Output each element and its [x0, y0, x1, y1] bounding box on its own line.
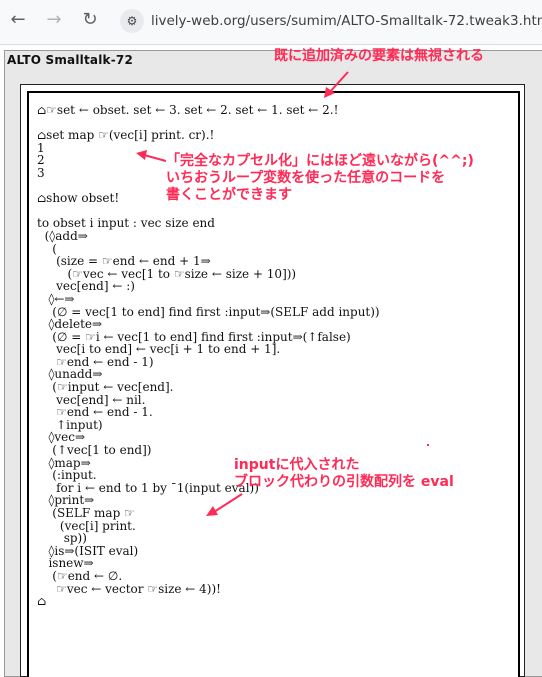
arrow-left-icon[interactable]: ←	[4, 7, 32, 33]
stray-dot	[427, 444, 429, 446]
arrow-right-icon[interactable]: →	[40, 7, 68, 33]
code-line: ↑input)	[37, 417, 103, 432]
code-line: ☞vec ← vector ☞size ← 4))!	[37, 581, 221, 596]
code-line: vec[end] ← :)	[37, 279, 135, 294]
code-line: sp))	[37, 531, 87, 546]
address-bar[interactable]: lively-web.org/users/sumim/ALTO-Smalltal…	[151, 13, 542, 29]
browser-toolbar: ← → ↻ ⚙ lively-web.org/users/sumim/ALTO-…	[0, 0, 542, 45]
annotation-top: 既に追加済みの要素は無視される	[274, 48, 484, 64]
annotation-arrow-bottom	[206, 493, 243, 516]
code-line: to obset i input : vec size end	[37, 216, 215, 231]
annotation-arrow-middle	[136, 150, 167, 162]
code-line: ⌂set map ☞(vec[i] print. cr).!	[37, 128, 215, 143]
annotation-middle-line3: 書くことができます	[166, 187, 292, 203]
code-line: ◊←⇒	[37, 291, 75, 306]
annotation-middle-line2: いちおうループ変数を使った任意のコードを	[166, 170, 446, 186]
code-line: (☞input ← vec[end].	[37, 380, 174, 395]
annotation-bottom-line1: inputに代入された	[234, 457, 360, 473]
code-line: ◊delete⇒	[37, 317, 103, 332]
reload-icon[interactable]: ↻	[76, 7, 104, 33]
code-line: (◊add⇒	[37, 228, 88, 243]
code-line: (↑vec[1 to end])	[37, 443, 152, 458]
code-line: vec[i to end] ← vec[i + 1 to end + 1].	[37, 342, 281, 357]
code-line: (size = ☞end ← end + 1⇒	[37, 254, 211, 269]
code-line: ⌂☞set ← obset. set ← 3. set ← 2. set ← 1…	[37, 103, 339, 117]
code-line: ☞end ← end - 1.	[37, 405, 153, 420]
tune-icon[interactable]: ⚙	[120, 9, 144, 33]
code-line: (☞end ← ∅.	[37, 568, 123, 583]
code-line: ⌂	[37, 594, 47, 609]
annotation-bottom-line2: ブロック代わりの引数配列を eval	[234, 474, 454, 490]
annotation-arrow-top	[324, 71, 349, 98]
annotation-middle-line1: 「完全なカプセル化」にはほど遠いながら(^^;)	[166, 153, 474, 169]
window-title: ALTO Smalltalk-72	[7, 53, 133, 67]
